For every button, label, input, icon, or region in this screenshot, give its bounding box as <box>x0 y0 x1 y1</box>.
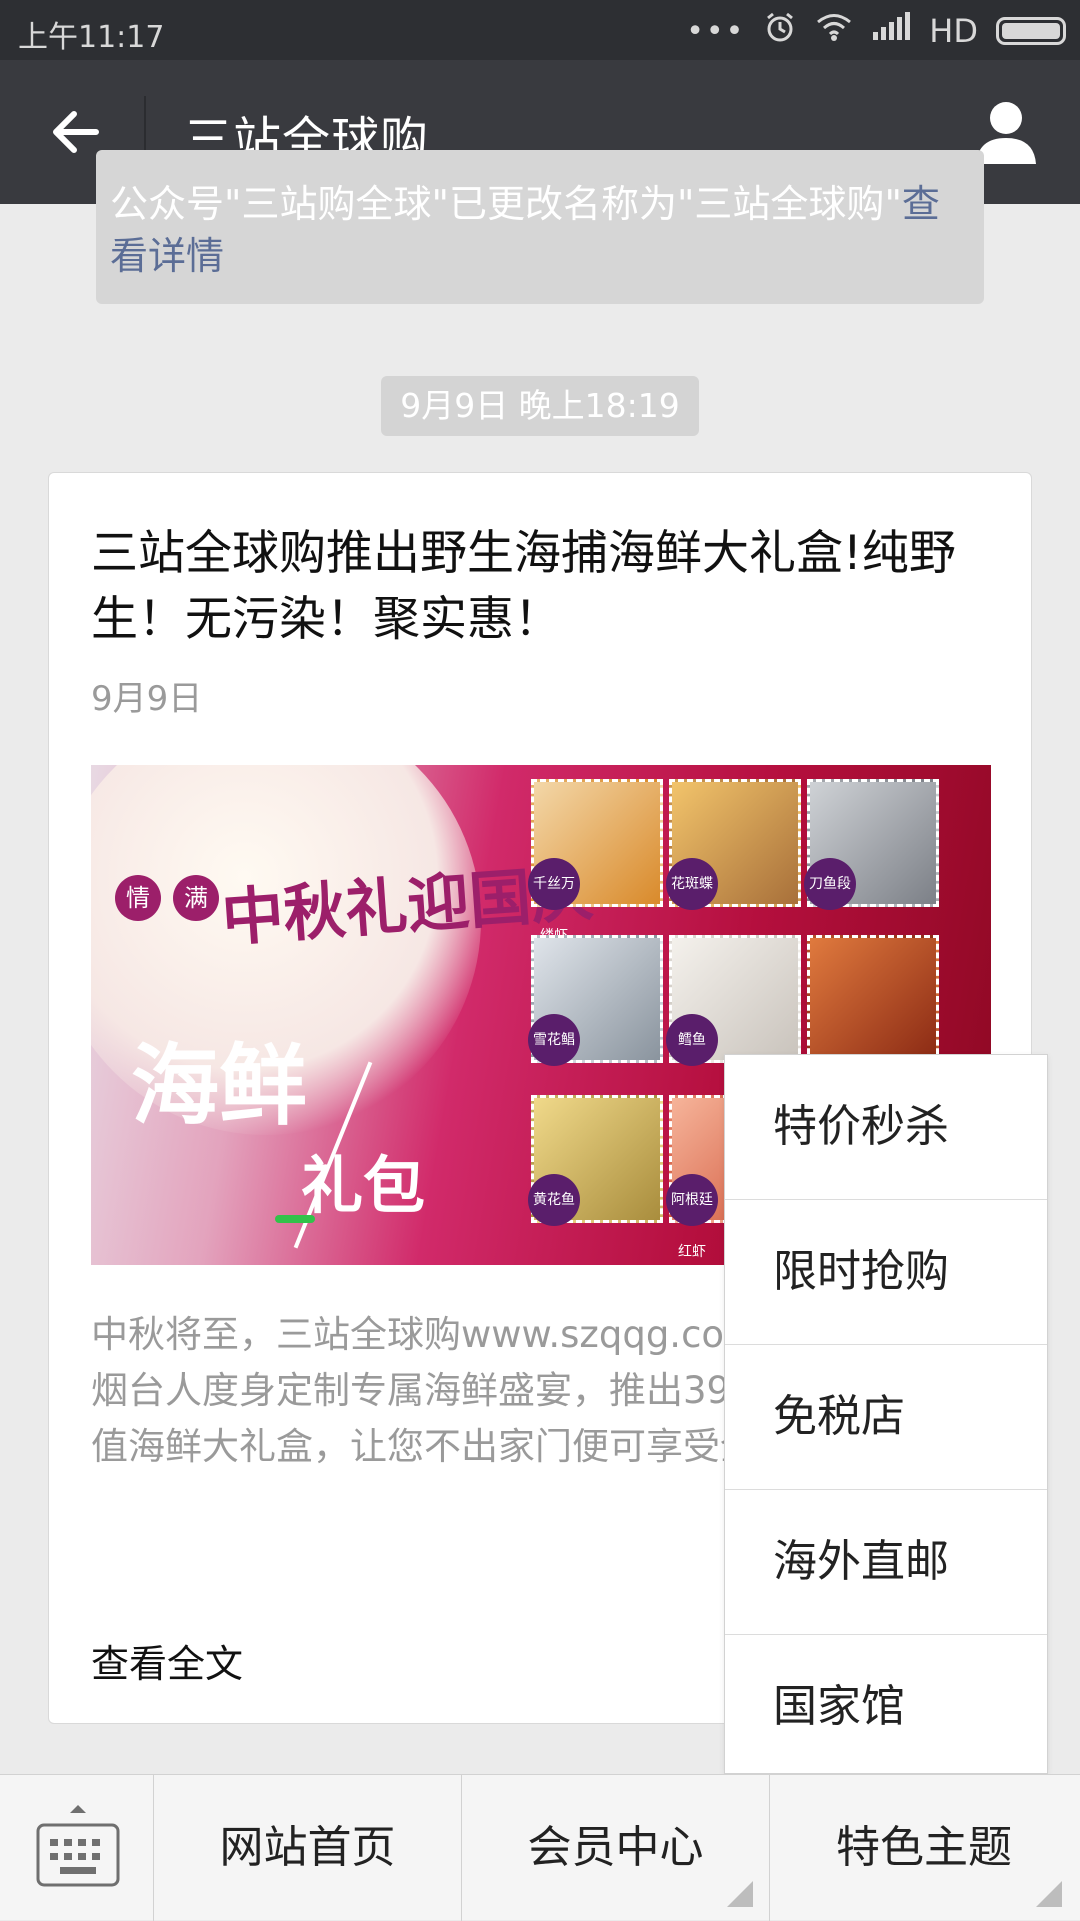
status-icons: ••• HD <box>686 10 1066 52</box>
submenu-item-duty-free[interactable]: 免税店 <box>725 1345 1047 1489</box>
image-badge-1: 情 <box>115 875 161 921</box>
article-title[interactable]: 三站全球购推出野生海捕海鲜大礼盒!纯野生！无污染！聚实惠！ <box>91 521 991 653</box>
submenu-indicator-icon <box>1036 1881 1062 1907</box>
product-tile: 雪花鲳 <box>528 935 663 1066</box>
article-date: 9月9日 <box>91 679 203 719</box>
product-tile: 黄花鱼 <box>528 1095 663 1226</box>
network-type: HD <box>929 12 978 50</box>
product-tile: 刀鱼段 <box>804 779 939 910</box>
image-badge-2: 满 <box>173 875 219 921</box>
keyboard-icon <box>36 1805 120 1887</box>
product-tile: 鳕鱼 <box>666 935 801 1066</box>
message-timestamp: 9月9日 晚上18:19 <box>381 376 699 436</box>
tile-label: 花斑蝶 <box>666 858 718 910</box>
menu-home[interactable]: 网站首页 <box>154 1775 462 1921</box>
submenu-item-flash-sale[interactable]: 特价秒杀 <box>725 1055 1047 1199</box>
image-title-1: 海鲜 <box>131 1033 308 1137</box>
alarm-icon <box>763 10 797 52</box>
status-time: 上午11:17 <box>18 20 165 55</box>
tile-label: 雪花鲳 <box>528 1014 580 1066</box>
submenu-popup: 特价秒杀 限时抢购 免税店 海外直邮 国家馆 <box>724 1054 1048 1774</box>
menu-member-center[interactable]: 会员中心 <box>462 1775 770 1921</box>
more-dots-icon: ••• <box>686 13 746 49</box>
read-more-link[interactable]: 查看全文 <box>91 1633 243 1688</box>
menu-home-label: 网站首页 <box>219 1822 396 1873</box>
tile-label: 千丝万缕虾 <box>528 858 580 944</box>
image-dash <box>275 1215 315 1223</box>
keyboard-toggle[interactable] <box>0 1775 154 1921</box>
submenu-item-country-hall[interactable]: 国家馆 <box>725 1635 1047 1779</box>
product-tile: 千丝万缕虾 <box>528 779 663 944</box>
submenu-item-limited-time[interactable]: 限时抢购 <box>725 1200 1047 1344</box>
wifi-icon <box>815 12 853 50</box>
tile-label: 刀鱼段 <box>804 858 856 910</box>
menu-member-center-label: 会员中心 <box>527 1822 704 1873</box>
submenu-indicator-icon <box>727 1881 753 1907</box>
battery-icon <box>996 17 1066 45</box>
bottom-menu-bar: 网站首页 会员中心 特色主题 <box>0 1774 1080 1921</box>
tile-label: 黄花鱼 <box>528 1174 580 1226</box>
menu-featured-topics-label: 特色主题 <box>836 1822 1012 1873</box>
status-bar: 上午11:17 ••• HD <box>0 0 1080 60</box>
image-title-2: 礼包 <box>301 1149 426 1222</box>
notice-text: 公众号"三站购全球"已更改名称为"三站全球购" <box>110 182 902 226</box>
tile-label: 鳕鱼 <box>666 1014 718 1066</box>
rename-notice: 公众号"三站购全球"已更改名称为"三站全球购"查看详情 <box>96 150 984 304</box>
product-tile: 花斑蝶 <box>666 779 801 910</box>
product-tile <box>807 935 939 1063</box>
menu-featured-topics[interactable]: 特色主题 <box>770 1775 1078 1921</box>
signal-icon <box>871 12 911 50</box>
tile-label: 阿根廷红虾 <box>666 1174 718 1260</box>
submenu-item-overseas-direct[interactable]: 海外直邮 <box>725 1490 1047 1634</box>
